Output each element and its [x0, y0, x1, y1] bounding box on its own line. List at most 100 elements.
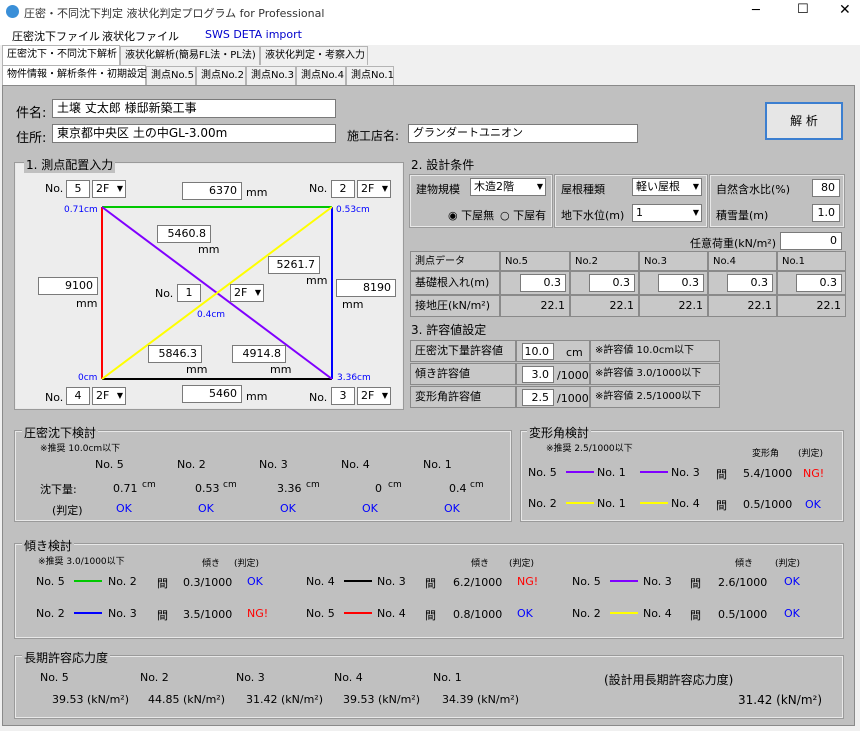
settle-amount-2: 0.53 — [195, 482, 220, 495]
allow-r1-field[interactable]: 10.0 — [522, 343, 554, 360]
table-cell: 22.1 — [639, 295, 708, 317]
tilt-col2-c: (判定) — [775, 559, 801, 569]
bottom-distance-field[interactable]: 5460 — [182, 385, 242, 403]
roof-combo[interactable]: 軽い屋根 ▼ — [632, 178, 702, 196]
line-purple-3 — [610, 580, 638, 582]
snow-field[interactable]: 1.0 — [812, 204, 840, 222]
tilt-r2-judge: OK — [784, 575, 800, 588]
embed-depth-2[interactable]: 0.3 — [589, 274, 635, 292]
embed-depth-3[interactable]: 0.3 — [658, 274, 704, 292]
diag1-field[interactable]: 5460.8 — [157, 225, 211, 243]
floor-tl-value: 2F — [96, 182, 110, 195]
point-no-tr[interactable]: 2 — [331, 180, 355, 198]
deform-title: 変形角検討 — [527, 424, 592, 441]
groundwater-value: 1 — [636, 206, 643, 219]
table-header-cell: 測点データ — [410, 251, 500, 271]
deform-r2-b: No. 1 — [597, 497, 626, 510]
tilt-title: 傾き検討 — [22, 537, 75, 554]
settle-amount-3: 3.36 — [277, 482, 302, 495]
point-no-br[interactable]: 3 — [331, 387, 355, 405]
right-distance-field[interactable]: 8190 — [336, 279, 396, 297]
tilt-r2-value: 2.6/1000 — [718, 576, 768, 589]
no-label-tl: No. — [45, 182, 64, 195]
tilt-col2-a: (判定) — [234, 559, 260, 569]
settle-bl-label: 0cm — [78, 373, 98, 383]
building-value: 木造2階 — [474, 180, 514, 193]
left-distance-field[interactable]: 9100 — [38, 277, 98, 295]
floor-combo-bl[interactable]: 2F ▼ — [92, 387, 126, 405]
snow-label: 積雪量(m) — [716, 209, 769, 222]
no-label-center: No. — [155, 287, 174, 300]
allow-r2-field[interactable]: 3.0 — [522, 366, 554, 383]
tilt-r2-b: No. 3 — [643, 575, 672, 588]
load-field[interactable]: 0 — [780, 232, 842, 250]
bearing-no-4: No. 4 — [334, 671, 363, 684]
line-red — [344, 612, 372, 614]
allow-r2-note: ※許容値 3.0/1000以下 — [595, 368, 702, 379]
floor-combo-br[interactable]: 2F ▼ — [357, 387, 391, 405]
deform-r1-value: 5.4/1000 — [743, 467, 793, 480]
diag4-field[interactable]: 4914.8 — [232, 345, 286, 363]
tilt-rec: ※推奨 3.0/1000以下 — [38, 557, 125, 567]
tilt-r4-between: 間 — [425, 609, 436, 622]
chevron-down-icon: ▼ — [254, 288, 261, 297]
radio-no-annex[interactable]: ◉ 下屋無 — [448, 207, 494, 223]
deform-r1-c: No. 3 — [671, 466, 700, 479]
line-black — [344, 580, 372, 582]
diag3-unit: mm — [186, 363, 208, 376]
point-no-center[interactable]: 1 — [177, 284, 201, 302]
tilt-r5-value: 0.5/1000 — [718, 608, 768, 621]
chevron-down-icon: ▼ — [692, 182, 699, 191]
settle-judge-label: (判定) — [52, 504, 83, 517]
top-distance-unit: mm — [246, 186, 268, 199]
deform-col2: (判定) — [798, 449, 824, 459]
tilt-r4-value: 0.8/1000 — [453, 608, 503, 621]
floor-combo-tl[interactable]: 2F ▼ — [92, 180, 126, 198]
tilt-r1-a: No. 4 — [306, 575, 335, 588]
building-combo[interactable]: 木造2階 ▼ — [470, 178, 546, 196]
table-cell: 22.1 — [500, 295, 570, 317]
line-purple-1 — [566, 471, 594, 473]
settle-no-5: No. 5 — [95, 458, 124, 471]
groundwater-combo[interactable]: 1 ▼ — [632, 204, 702, 222]
bearing-design-label: (設計用長期許容応力度) — [604, 673, 734, 687]
chevron-down-icon: ▼ — [381, 391, 388, 400]
table-cell: 22.1 — [777, 295, 846, 317]
bearing-no-5: No. 5 — [40, 671, 69, 684]
deform-r2-value: 0.5/1000 — [743, 498, 793, 511]
point-no-bl[interactable]: 4 — [66, 387, 90, 405]
settlement-rec: ※推奨 10.0cm以下 — [40, 444, 121, 454]
embed-depth-1[interactable]: 0.3 — [796, 274, 842, 292]
embed-depth-4[interactable]: 0.3 — [727, 274, 773, 292]
diag2-unit: mm — [306, 274, 328, 287]
chevron-down-icon: ▼ — [536, 182, 543, 191]
allow-r3-unit: /1000 — [557, 392, 589, 405]
diag3-field[interactable]: 5846.3 — [148, 345, 202, 363]
point-no-tl[interactable]: 5 — [66, 180, 90, 198]
allow-r3-field[interactable]: 2.5 — [522, 389, 554, 406]
radio-with-annex[interactable]: ○ 下屋有 — [500, 207, 546, 223]
settle-judge-2: OK — [198, 502, 214, 515]
tilt-col1-b: 傾き — [471, 559, 490, 569]
embed-depth-5[interactable]: 0.3 — [520, 274, 566, 292]
radio-with-annex-label: 下屋有 — [513, 209, 547, 222]
table-header-cell: No.1 — [777, 251, 846, 271]
deform-r1-between: 間 — [716, 468, 727, 481]
bottom-distance-unit: mm — [246, 390, 268, 403]
floor-combo-tr[interactable]: 2F ▼ — [357, 180, 391, 198]
tilt-r3-between: 間 — [157, 609, 168, 622]
tilt-r5-a: No. 2 — [572, 607, 601, 620]
settle-no-3: No. 3 — [259, 458, 288, 471]
settle-amount-4: 0 — [375, 482, 382, 495]
top-distance-field[interactable]: 6370 — [182, 182, 242, 200]
right-distance-unit: mm — [342, 298, 364, 311]
tilt-r2-between: 間 — [690, 577, 701, 590]
allow-row-1: 圧密沈下量許容値 — [410, 340, 516, 362]
tilt-r3-b: No. 3 — [108, 607, 137, 620]
moisture-field[interactable]: 80 — [812, 179, 840, 197]
table-row-label: 接地圧(kN/m²) — [410, 295, 500, 317]
tilt-r0-between: 間 — [157, 577, 168, 590]
diag2-field[interactable]: 5261.7 — [268, 256, 320, 274]
floor-combo-center[interactable]: 2F ▼ — [230, 284, 264, 302]
settle-no-1: No. 1 — [423, 458, 452, 471]
